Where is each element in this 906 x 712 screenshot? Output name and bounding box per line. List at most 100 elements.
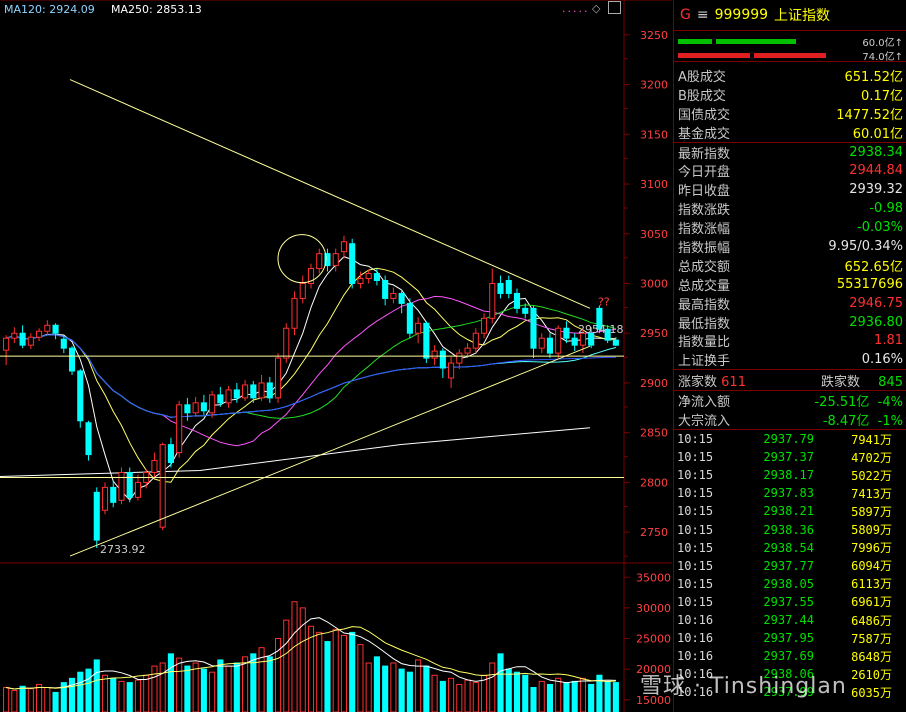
volume-bar (497, 653, 504, 712)
candle-body (110, 486, 117, 503)
flow-section: 净流入额 -25.51亿 -4% 大宗流入 -8.47亿 -1% (674, 390, 906, 429)
volume-bar (118, 680, 125, 712)
candle-body (85, 422, 92, 456)
volume-bar (571, 680, 578, 712)
candle-body (340, 241, 348, 253)
quote-panel: G ≡ 999999 上证指数 60.0亿↑ 74.0亿↑ A股成交 651.52… (673, 0, 906, 712)
stock-code: 999999 (714, 7, 769, 23)
candle-body (530, 307, 537, 349)
candle-body (233, 389, 240, 399)
candle-body (19, 332, 26, 346)
index-row: 指数量比 1.81 (678, 333, 903, 351)
tick-row: 10:15 2937.77 6094万 (677, 558, 892, 574)
candle-body (472, 332, 479, 349)
candle-body (167, 444, 174, 464)
market-row: 国债成交 1477.52亿 (678, 107, 903, 123)
candle-body (200, 402, 207, 412)
volume-bar (579, 677, 586, 712)
candle-body (398, 292, 405, 304)
kline-chart-svg[interactable]: 3250 3200 3150 3100 3050 3000 2950 2900 2850 2800… (0, 0, 672, 712)
candle-body (134, 481, 142, 498)
volume-bar (225, 665, 232, 712)
sell-bar-2 (754, 53, 826, 58)
ma-line (5, 334, 616, 418)
volume-bar (439, 680, 446, 712)
volume-bar (588, 683, 595, 712)
volume-bar (93, 659, 100, 712)
menu-icon[interactable]: ≡ (697, 7, 709, 23)
volume-bar (431, 674, 438, 712)
tick-row: 10:16 2937.95 7587万 (677, 631, 892, 646)
index-row: 总成交量 55317696 (678, 276, 903, 294)
candle-body (225, 389, 232, 404)
bar-label-1: 60.0亿↑ (862, 38, 903, 49)
y-tick-label: 3100 (640, 178, 668, 191)
candle-body (480, 317, 488, 334)
buy-bar-1 (678, 39, 712, 44)
volume-bar (513, 671, 521, 712)
window-toggle-icon[interactable] (608, 1, 621, 14)
candle-body (192, 402, 199, 414)
breadth-row: 涨家数 611 跌家数 845 (674, 369, 906, 390)
volume-bar (505, 668, 512, 712)
candle-body (349, 243, 356, 284)
volume-bar (555, 677, 562, 712)
tick-row: 10:15 2937.83 7413万 (677, 486, 892, 501)
tick-list[interactable]: 10:15 2937.79 7941万 10:15 2937.37 4702万 10:15 2… (674, 429, 906, 701)
candle-body (448, 362, 455, 379)
tick-row: 10:15 2938.21 5897万 (677, 504, 892, 519)
volume-bar (19, 685, 26, 712)
last-price-label: 2954.18 (578, 323, 624, 336)
vol-tick-label: 30000 (636, 602, 671, 615)
low-price-label: 2733.92 (100, 543, 146, 556)
volume-bar (143, 674, 150, 712)
candle-body (431, 350, 438, 359)
volume-bar (382, 665, 389, 712)
volume-bar (151, 665, 158, 712)
candle-body (555, 327, 562, 354)
ma-line (5, 334, 617, 418)
stock-name: 上证指数 (774, 8, 831, 24)
volume-bar (77, 671, 84, 712)
volume-bar (538, 680, 545, 712)
flow-row: 净流入额 -25.51亿 -4% (678, 395, 903, 411)
candle-body (68, 347, 76, 372)
toolbar-dots[interactable]: ..... (562, 2, 589, 15)
candle-body (291, 297, 298, 329)
candle-body (3, 337, 10, 351)
candle-body (159, 444, 166, 528)
tick-row: 10:16 2937.69 8648万 (677, 649, 892, 664)
candle-body (415, 322, 422, 334)
candle-body (365, 273, 372, 280)
candle-body (27, 336, 34, 346)
buy-sell-bars: 60.0亿↑ 74.0亿↑ (674, 30, 906, 63)
candle-body (546, 337, 554, 354)
candle-body (258, 382, 265, 399)
candle-body (176, 404, 183, 454)
ma-line (5, 295, 616, 447)
diamond-icon[interactable]: ◇ (592, 2, 600, 15)
market-row: 基金成交 60.01亿 (678, 126, 903, 142)
volume-bar (85, 668, 92, 712)
candle-body (60, 338, 67, 349)
volume-bar (530, 687, 537, 712)
candle-body (274, 357, 282, 399)
volume-bar (349, 631, 356, 712)
volume-bar (472, 682, 479, 712)
index-row: 指数涨幅 -0.03% (678, 220, 903, 238)
volume-bar (398, 668, 405, 712)
index-row: 上证换手 0.16% (678, 352, 903, 370)
ma-line (5, 267, 616, 483)
volume-bar (266, 656, 273, 712)
volume-bar (184, 665, 191, 712)
index-row: 指数涨跌 -0.98 (678, 201, 903, 219)
market-row: B股成交 0.17亿 (678, 88, 903, 104)
buy-bar-2 (716, 39, 796, 44)
y-tick-label: 2900 (640, 377, 668, 390)
volume-bar (456, 683, 463, 712)
volume-bar (316, 631, 323, 712)
volume-bar (167, 653, 174, 712)
y-tick-label: 3250 (640, 29, 668, 42)
kline-chart[interactable]: 3250 3200 3150 3100 3050 3000 2950 2900 2850 2800… (0, 0, 672, 712)
candle-body (406, 302, 413, 334)
